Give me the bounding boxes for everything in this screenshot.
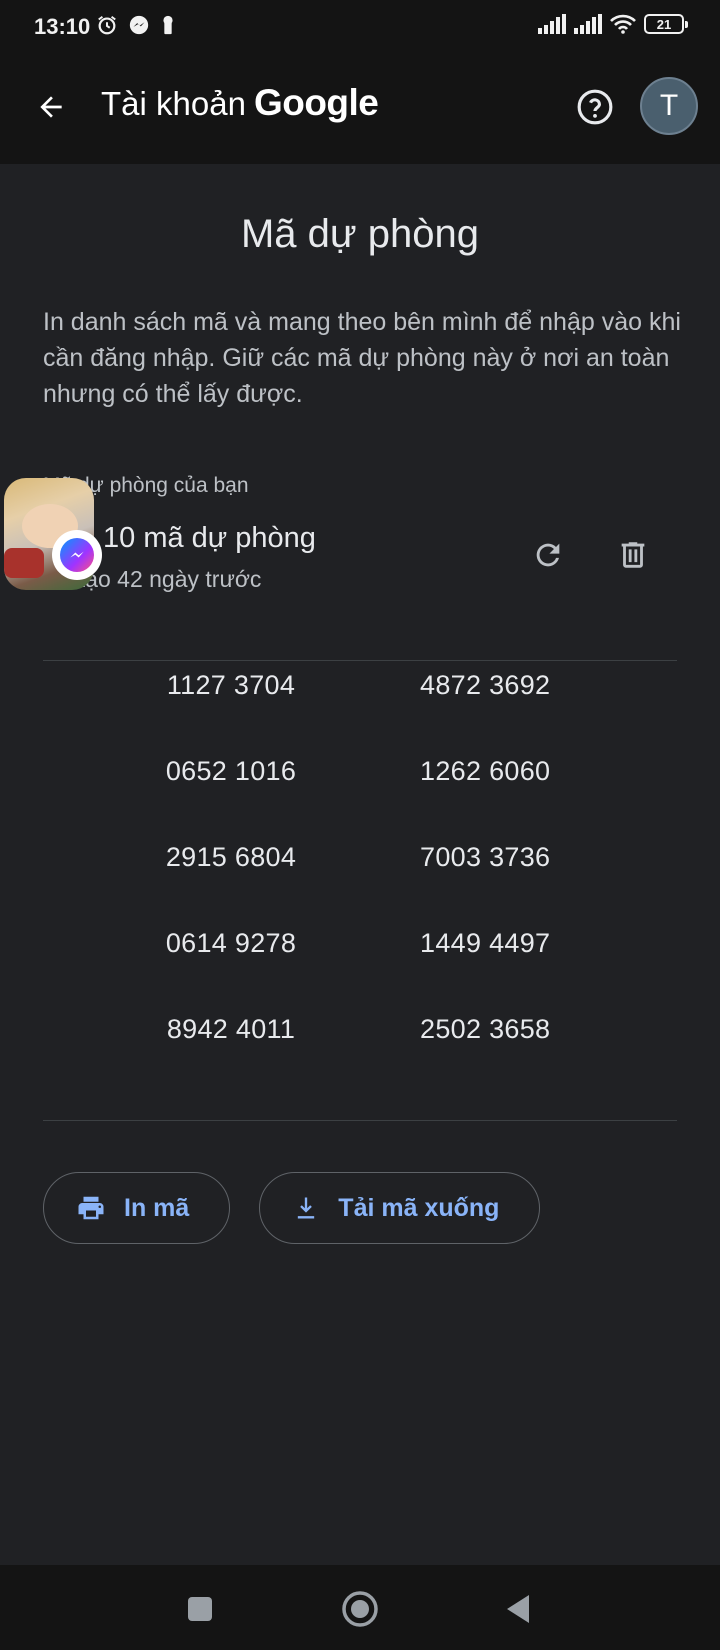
alarm-icon (98, 15, 116, 35)
battery-indicator: 21 (644, 14, 688, 34)
app-title-brand: Google (253, 82, 379, 123)
print-codes-button[interactable]: In mã (43, 1172, 231, 1244)
code-row: 8942 4011 2502 3658 (0, 1014, 720, 1100)
status-time: 13:10 (34, 14, 91, 39)
page-title: Mã dự phòng (240, 212, 480, 256)
codes-grid: 1127 3704 4872 3692 0652 1016 1262 6060 … (0, 670, 720, 1100)
refresh-codes-button[interactable] (523, 530, 573, 580)
arrow-left-icon (40, 96, 62, 118)
triangle-back-icon (507, 1595, 529, 1623)
code-row: 0652 1016 1262 6060 (0, 756, 720, 842)
keyhole-icon (163, 15, 173, 35)
help-button[interactable] (570, 82, 620, 132)
chat-head-photo-cloth (4, 548, 44, 578)
divider-bottom (43, 1120, 677, 1121)
print-codes-label: In mã (124, 1193, 190, 1222)
codes-header: 10 mã dự phòng Đã tạo 42 ngày trước (43, 522, 679, 602)
code-row: 0614 9278 1449 4497 (0, 928, 720, 1014)
backup-code: 0614 9278 (165, 928, 297, 958)
messenger-badge (52, 530, 102, 580)
square-icon (188, 1597, 212, 1621)
home-button[interactable] (336, 1585, 384, 1633)
code-row: 1127 3704 4872 3692 (0, 670, 720, 756)
help-circle-icon (577, 89, 613, 125)
action-buttons: In mã Tải mã xuống (43, 1172, 541, 1244)
code-row: 2915 6804 7003 3736 (0, 842, 720, 928)
signal-icon (538, 14, 566, 34)
home-circle-icon (342, 1591, 378, 1627)
backup-code: 4872 3692 (420, 670, 551, 700)
screen: 13:10 21 Tài khoản Google T Mã dự phòng … (0, 0, 720, 1650)
system-nav-bar (0, 1565, 720, 1650)
back-nav-button[interactable] (494, 1585, 542, 1633)
signal-icon-2 (574, 14, 602, 34)
backup-code: 0652 1016 (165, 756, 297, 786)
recents-button[interactable] (176, 1585, 224, 1633)
backup-code: 7003 3736 (420, 842, 551, 872)
backup-code: 8942 4011 (166, 1014, 296, 1044)
backup-code: 1127 3704 (166, 670, 296, 700)
download-codes-label: Tải mã xuống (338, 1193, 500, 1222)
delete-codes-button[interactable] (608, 530, 658, 580)
download-icon (298, 1197, 315, 1219)
back-button[interactable] (26, 82, 76, 132)
app-title-prefix: Tài khoản (101, 85, 246, 122)
divider-top (43, 660, 677, 661)
status-icons-left (96, 14, 176, 36)
refresh-icon (536, 543, 560, 567)
backup-code: 2502 3658 (420, 1014, 551, 1044)
messenger-icon (60, 538, 94, 572)
status-icons-right: 21 (538, 14, 688, 34)
app-bar: Tài khoản Google T (0, 60, 720, 154)
account-avatar[interactable]: T (640, 77, 698, 135)
app-title: Tài khoản Google (101, 82, 379, 124)
trash-icon (621, 542, 645, 568)
top-bar: 13:10 21 Tài khoản Google T (0, 0, 720, 164)
codes-count: 10 mã dự phòng (103, 522, 316, 554)
backup-code: 2915 6804 (165, 842, 297, 872)
backup-code: 1449 4497 (420, 928, 551, 958)
download-codes-button[interactable]: Tải mã xuống (259, 1172, 541, 1244)
printer-icon (78, 1196, 104, 1220)
page-description: In danh sách mã và mang theo bên mình để… (43, 308, 681, 408)
messenger-status-icon (129, 15, 149, 35)
status-bar: 13:10 21 (0, 0, 720, 56)
backup-code: 1262 6060 (420, 756, 551, 786)
wifi-icon (610, 14, 636, 34)
